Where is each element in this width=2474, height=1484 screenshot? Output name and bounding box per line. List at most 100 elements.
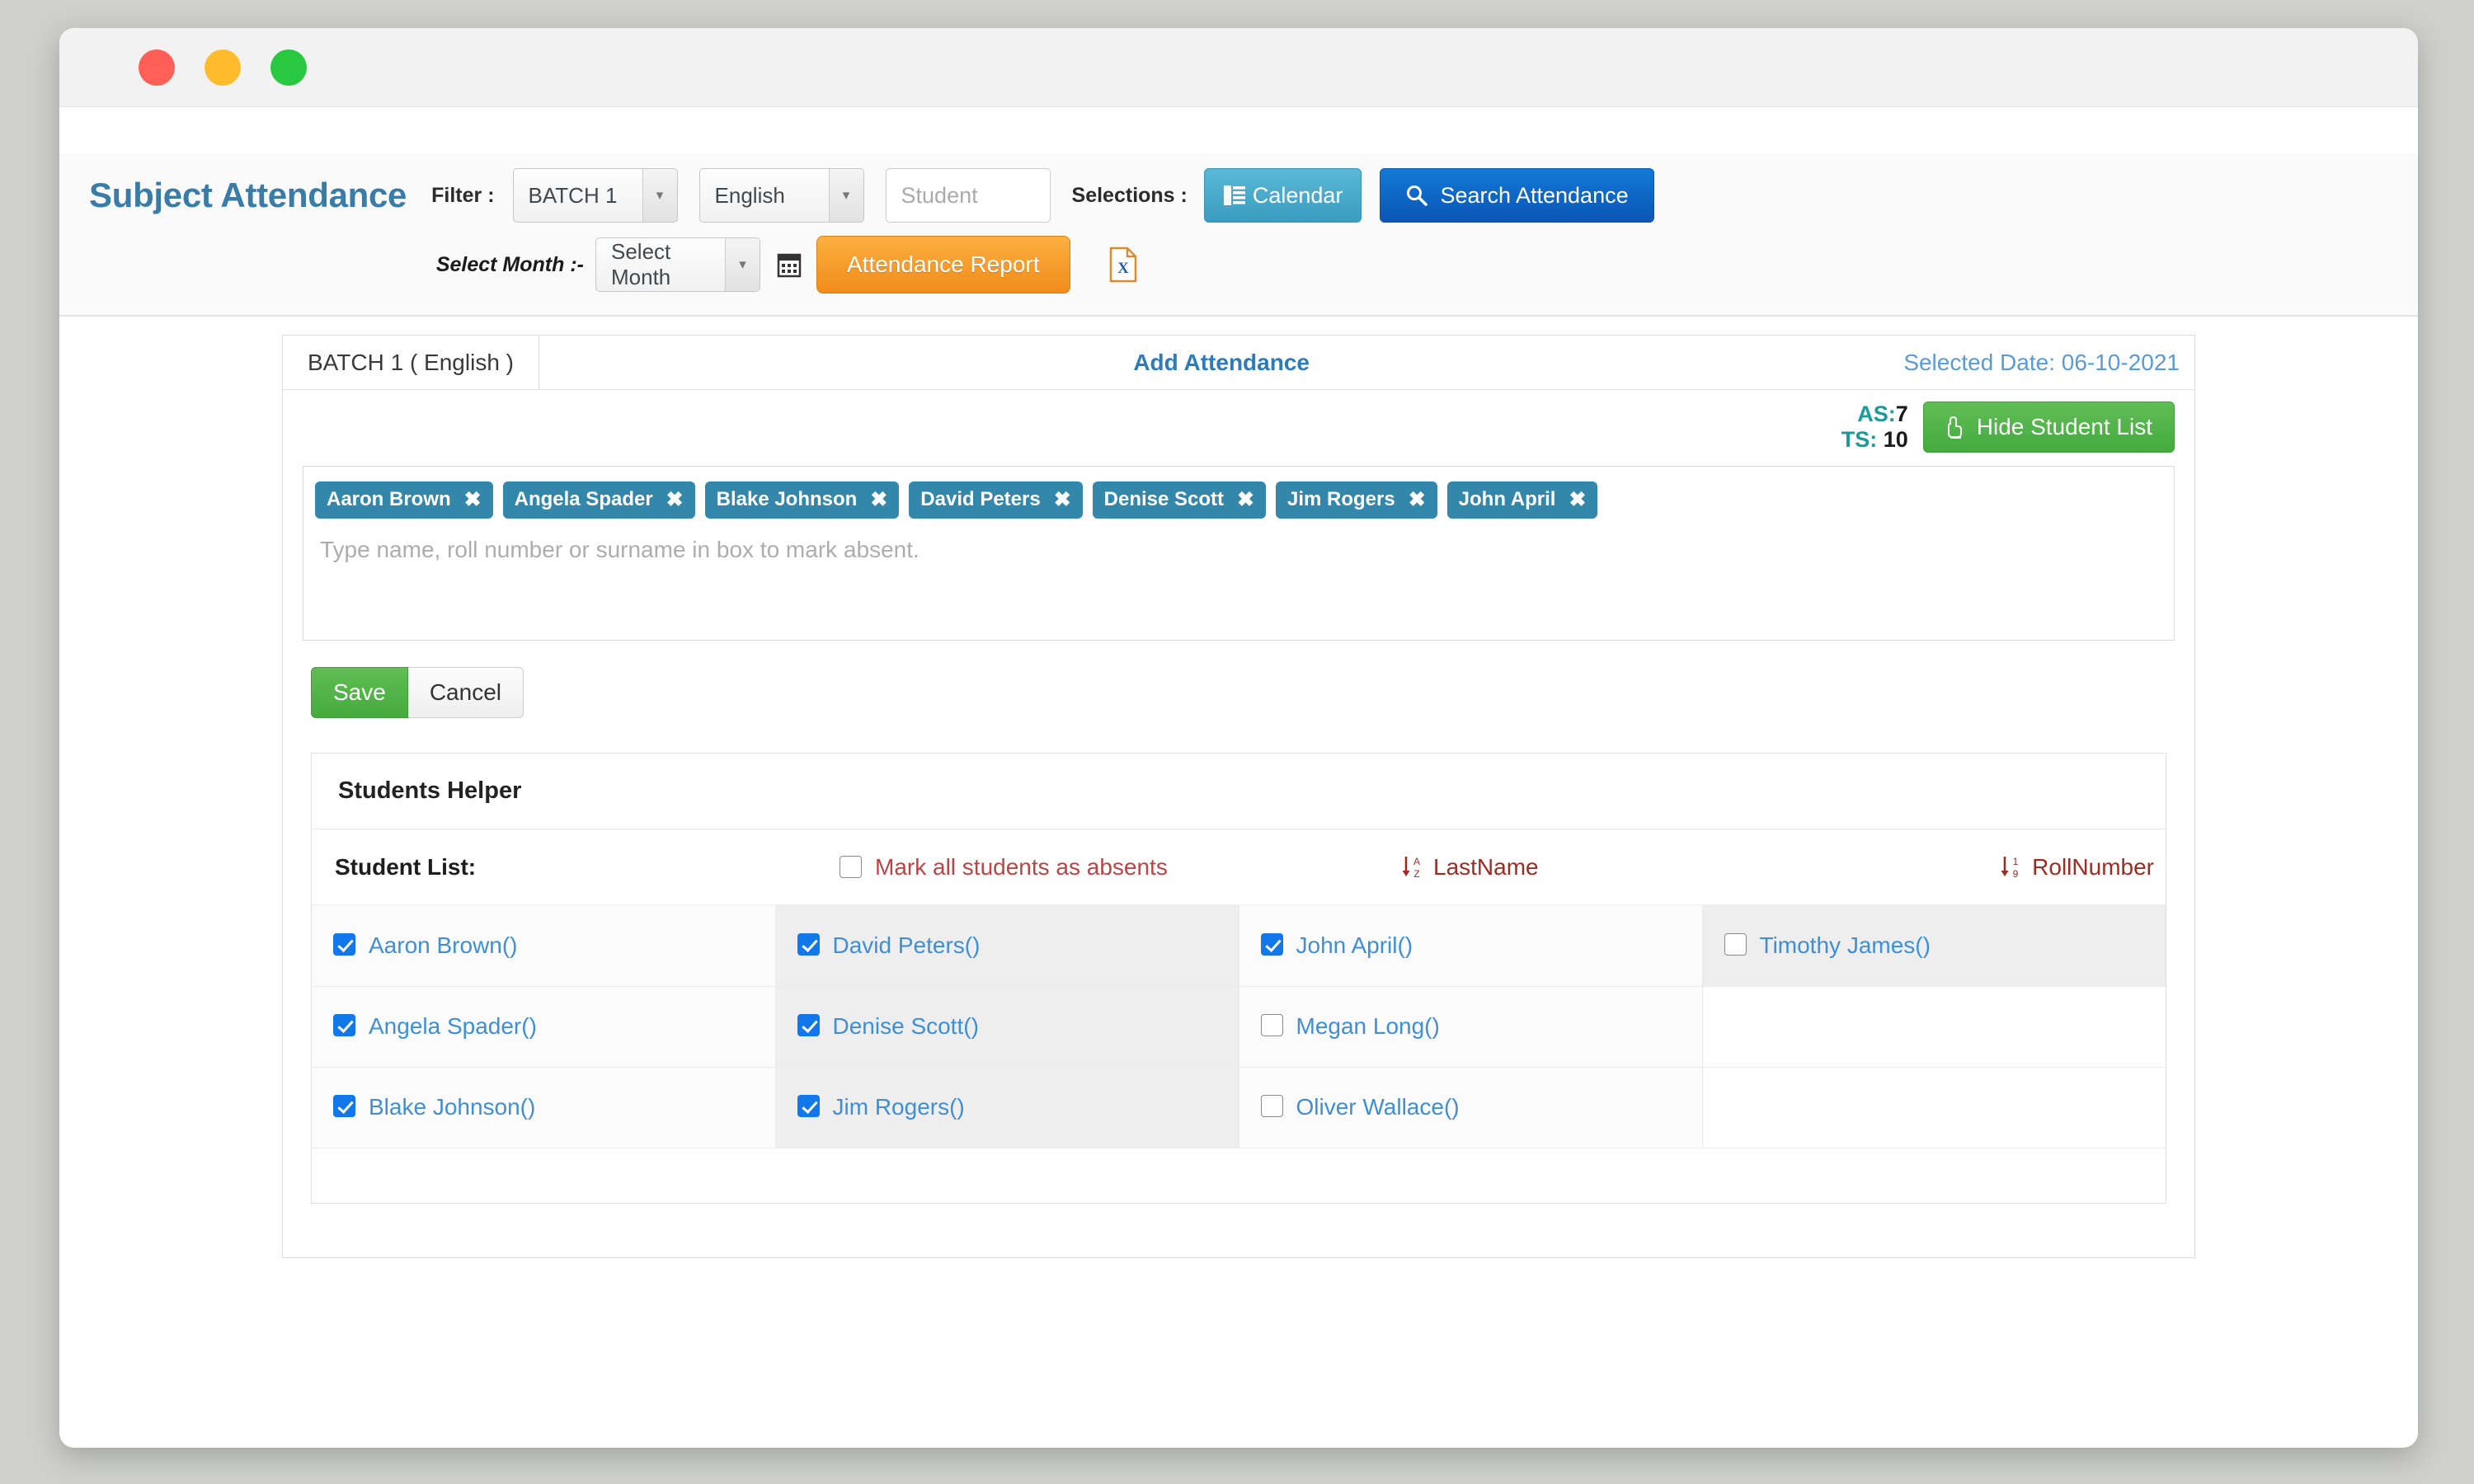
absent-count-label: AS: (1857, 402, 1896, 426)
checkbox-icon[interactable] (1260, 1014, 1283, 1037)
close-icon[interactable] (139, 49, 175, 86)
table-row: Aaron Brown() David Peters() John April(… (312, 905, 2166, 987)
cancel-button[interactable]: Cancel (407, 667, 524, 719)
student-cell[interactable]: Blake Johnson() (312, 1067, 776, 1148)
absent-tag-label: David Peters (920, 488, 1041, 511)
absent-tag-label: Blake Johnson (716, 488, 858, 511)
student-name-input[interactable]: Student Name (885, 168, 1051, 261)
search-attendance-label: Search Attendance (1440, 182, 1629, 208)
search-icon (1405, 184, 1428, 207)
student-cell[interactable]: Angela Spader() (312, 986, 776, 1068)
search-attendance-button[interactable]: Search Attendance (1380, 168, 1654, 223)
subject-select-value: English (714, 182, 785, 208)
absent-count: AS:7 (1841, 402, 1908, 427)
absent-tag[interactable]: Aaron Brown ✖ (315, 481, 493, 519)
absent-tag-label: John April (1458, 488, 1556, 511)
filter-row-month: Select Month :- Select Month ▾ Attendanc… (59, 234, 2418, 295)
filter-toolbar: Subject Attendance Filter : BATCH 1 ▾ En… (59, 153, 2418, 317)
checkbox-icon[interactable] (1260, 932, 1283, 956)
total-count-label: TS: (1841, 427, 1878, 453)
batch-select[interactable]: BATCH 1 ▾ (512, 168, 678, 223)
svg-text:A: A (1413, 856, 1420, 867)
checkbox-icon[interactable] (797, 1014, 820, 1037)
pointing-hand-icon (1945, 415, 1967, 439)
excel-export-icon[interactable]: X (1108, 247, 1138, 283)
checkbox-icon[interactable] (797, 932, 820, 956)
svg-text:X: X (1117, 260, 1129, 277)
absent-tag[interactable]: Jim Rogers ✖ (1275, 481, 1437, 519)
minimize-icon[interactable] (205, 49, 241, 86)
table-row: Blake Johnson() Jim Rogers() Oliver Wall… (312, 1067, 2166, 1148)
checkbox-icon[interactable] (333, 1095, 355, 1118)
student-name: Blake Johnson() (369, 1094, 536, 1120)
absent-tag-input-box[interactable]: Aaron Brown ✖ Angela Spader ✖ Blake John… (303, 466, 2175, 641)
student-cell[interactable]: Oliver Wallace() (1239, 1067, 1703, 1148)
absent-tag[interactable]: David Peters ✖ (909, 481, 1083, 519)
attendance-card: BATCH 1 ( English ) Add Attendance Selec… (282, 335, 2195, 1258)
chevron-down-icon[interactable]: ▾ (725, 238, 760, 291)
absent-tag[interactable]: John April ✖ (1446, 481, 1598, 519)
browser-window: Subject Attendance Filter : BATCH 1 ▾ En… (59, 28, 2418, 1448)
svg-text:Z: Z (1413, 868, 1419, 880)
close-icon[interactable]: ✖ (666, 489, 684, 510)
chevron-down-icon[interactable]: ▾ (828, 169, 863, 222)
student-cell[interactable]: Jim Rogers() (775, 1067, 1239, 1148)
student-cell[interactable]: John April() (1239, 905, 1703, 987)
student-cell[interactable]: Denise Scott() (775, 986, 1239, 1068)
close-icon[interactable]: ✖ (464, 489, 482, 510)
hide-student-list-button[interactable]: Hide Student List (1922, 402, 2175, 453)
chevron-down-icon[interactable]: ▾ (642, 169, 677, 222)
absent-tag-label: Jim Rogers (1286, 488, 1395, 511)
total-count-value: 10 (1877, 427, 1908, 453)
absent-tag[interactable]: Denise Scott ✖ (1092, 481, 1266, 519)
absent-tag-placeholder: Type name, roll number or surname in box… (320, 537, 920, 563)
checkbox-icon[interactable] (797, 1095, 820, 1118)
window-titlebar (59, 28, 2418, 107)
month-select-value: Select Month (611, 239, 671, 289)
checkbox-icon[interactable] (840, 856, 862, 879)
student-name: Aaron Brown() (369, 932, 518, 958)
attendance-counts: AS:7 TS: 10 (1841, 402, 1908, 453)
checkbox-icon[interactable] (333, 932, 355, 956)
checkbox-icon[interactable] (333, 1014, 355, 1037)
student-cell[interactable]: David Peters() (775, 905, 1239, 987)
add-attendance-title: Add Attendance (1133, 349, 1310, 375)
student-cell[interactable]: Aaron Brown() (312, 905, 776, 987)
close-icon[interactable]: ✖ (1054, 489, 1071, 510)
total-count: TS: 10 (1841, 427, 1908, 453)
attendance-report-label: Attendance Report (847, 251, 1040, 277)
student-cell[interactable]: Megan Long() (1239, 986, 1703, 1068)
empty-cell (1702, 1067, 2166, 1148)
absent-tag-label: Denise Scott (1103, 488, 1225, 511)
hide-student-list-label: Hide Student List (1976, 414, 2152, 440)
save-button[interactable]: Save (311, 667, 408, 719)
zoom-icon[interactable] (270, 49, 307, 86)
close-icon[interactable]: ✖ (1409, 489, 1426, 510)
absent-tag[interactable]: Blake Johnson ✖ (704, 481, 900, 519)
tab-batch-english[interactable]: BATCH 1 ( English ) (283, 336, 539, 389)
student-name: Denise Scott() (832, 1013, 979, 1040)
close-icon[interactable]: ✖ (870, 489, 887, 510)
calendar-button-label: Calendar (1252, 182, 1343, 208)
mark-all-absent-toggle[interactable]: Mark all students as absents (840, 854, 1168, 881)
student-cell[interactable]: Timothy James() (1702, 905, 2166, 987)
month-select[interactable]: Select Month ▾ (595, 237, 760, 292)
checkbox-icon[interactable] (1260, 1095, 1283, 1118)
attendance-report-button[interactable]: Attendance Report (816, 236, 1070, 294)
sort-by-rollnumber-button[interactable]: 1 9 RollNumber (1999, 853, 2154, 881)
calendar-picker-icon[interactable] (777, 251, 802, 278)
absent-tag-label: Aaron Brown (327, 488, 451, 511)
subject-select[interactable]: English ▾ (698, 168, 864, 223)
sort-by-lastname-button[interactable]: A Z LastName (1400, 853, 1539, 881)
absent-tag[interactable]: Angela Spader ✖ (502, 481, 695, 519)
svg-text:9: 9 (2013, 868, 2019, 880)
student-checkbox-grid: Aaron Brown() David Peters() John April(… (312, 905, 2166, 1148)
calendar-button[interactable]: Calendar (1203, 168, 1362, 223)
close-icon[interactable]: ✖ (1237, 489, 1254, 510)
student-name: Megan Long() (1296, 1013, 1440, 1040)
student-list-label: Student List: (335, 853, 477, 880)
checkbox-icon[interactable] (1724, 932, 1747, 956)
calendar-list-icon (1223, 185, 1246, 206)
mark-all-absent-label: Mark all students as absents (875, 853, 1168, 880)
close-icon[interactable]: ✖ (1569, 489, 1586, 510)
